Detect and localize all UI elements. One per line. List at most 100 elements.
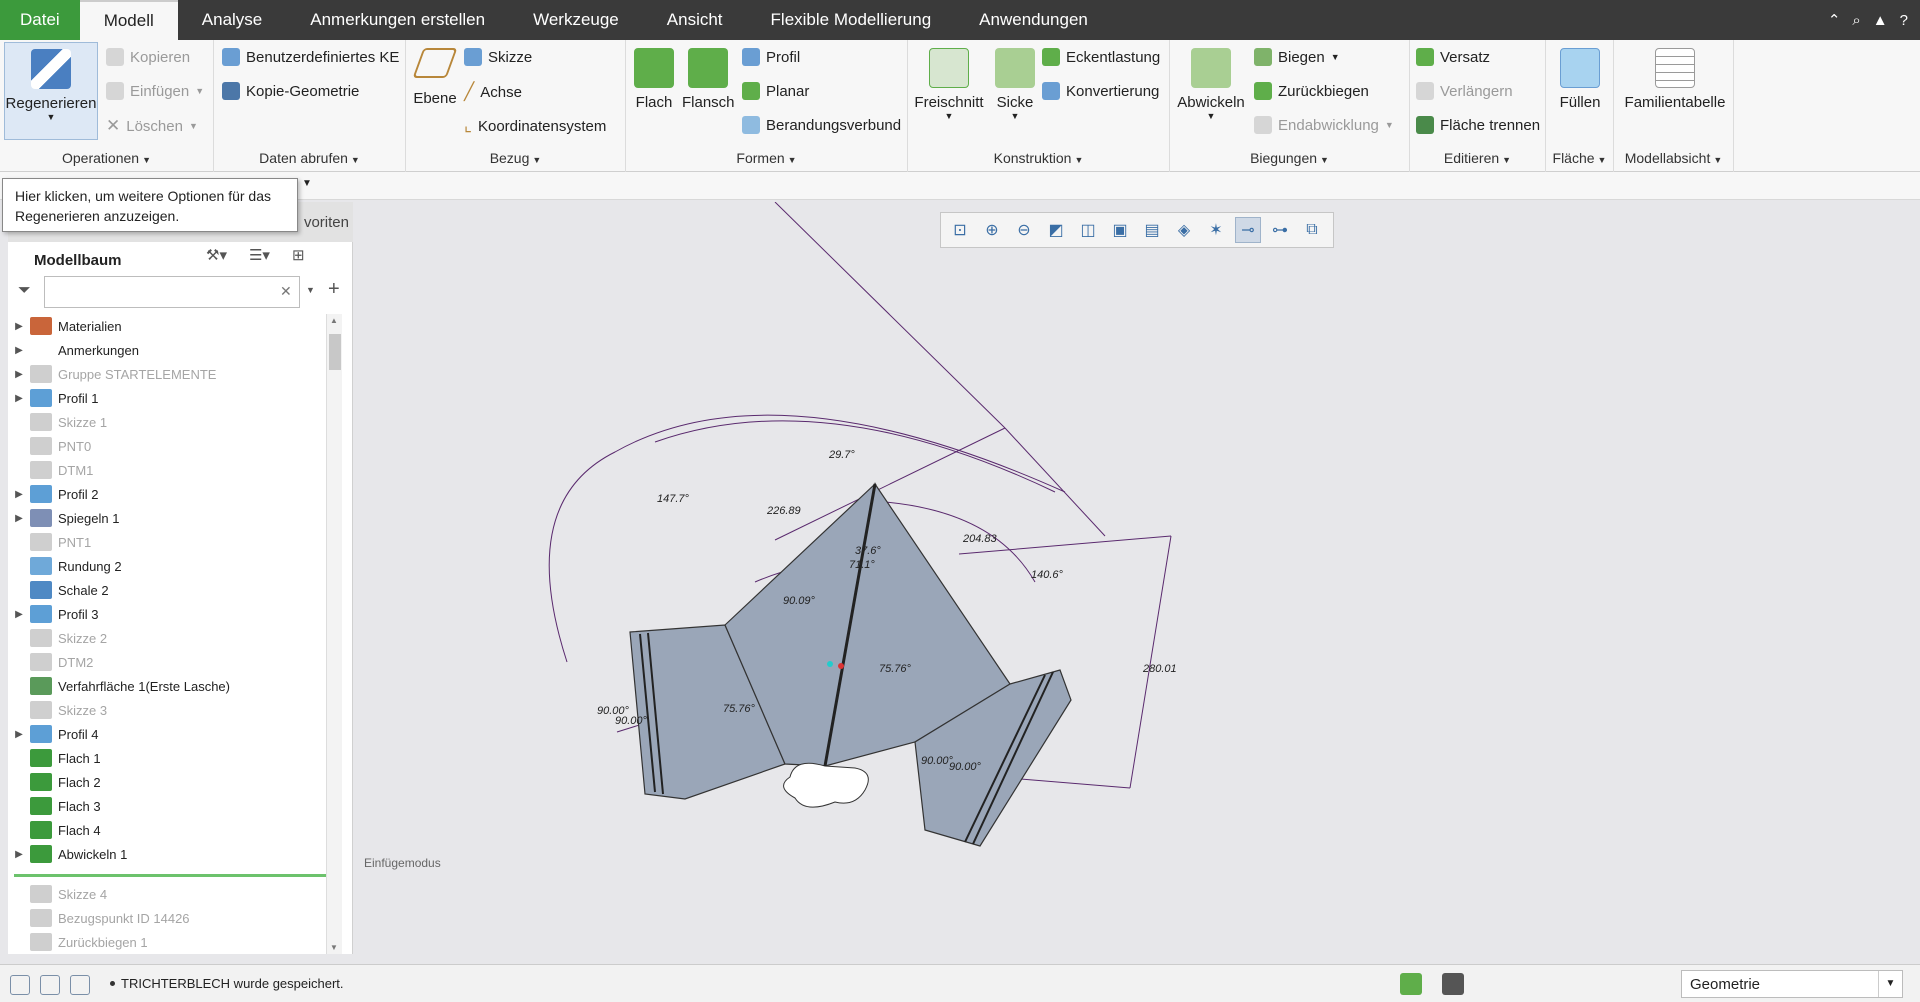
tree-item[interactable]: Verfahrfläche 1(Erste Lasche) [8,674,326,698]
scroll-down-icon[interactable]: ▼ [330,943,338,952]
endabwicklung-button[interactable]: Endabwicklung ▼ [1254,116,1394,134]
versatz-button[interactable]: Versatz [1416,48,1490,66]
zoom-refit-icon[interactable]: ⊡ [947,217,973,243]
tree-item[interactable]: Rundung 2 [8,554,326,578]
tree-item[interactable]: Skizze 2 [8,626,326,650]
verlaengern-button[interactable]: Verlängern [1416,82,1513,100]
scroll-up-icon[interactable]: ▲ [330,316,338,325]
expand-arrow-icon[interactable]: ▶ [8,489,30,500]
add-icon[interactable]: + [328,278,340,301]
tree-item[interactable]: ▶ Abwickeln 1 [8,842,326,866]
tree-item[interactable]: ▶ Spiegeln 1 [8,506,326,530]
fullscreen-icon[interactable] [70,975,90,995]
group-label-flaeche[interactable]: Fläche ▼ [1546,150,1613,166]
insert-indicator[interactable] [14,874,326,877]
tree-item[interactable]: DTM2 [8,650,326,674]
spin-center-icon[interactable]: ⊶ [1267,217,1293,243]
benutzerdefiniertes-ke-button[interactable]: Benutzerdefiniertes KE [222,48,399,66]
familientabelle-button[interactable]: Familientabelle [1620,48,1730,111]
tree-item[interactable]: Skizze 1 [8,410,326,434]
help-icon[interactable]: ? [1900,12,1908,29]
regenerieren-button[interactable]: Regenerieren ▼ [4,42,98,140]
tab-analyse[interactable]: Analyse [178,0,286,40]
kopie-geometrie-button[interactable]: Kopie-Geometrie [222,82,359,100]
flach-button[interactable]: Flach [632,48,676,111]
tab-werkzeuge[interactable]: Werkzeuge [509,0,643,40]
display-style-icon[interactable]: ◫ [1075,217,1101,243]
expand-arrow-icon[interactable]: ▶ [8,849,30,860]
tab-favoriten[interactable]: voriten [304,214,349,231]
chevron-down-icon[interactable]: ▼ [5,112,97,122]
koordinatensystem-button[interactable]: ⌞ Koordinatensystem [464,116,606,136]
find-icon[interactable] [1442,973,1464,995]
expand-arrow-icon[interactable]: ▶ [8,345,30,356]
group-label-formen[interactable]: Formen ▼ [626,150,907,166]
einfuegen-button[interactable]: Einfügen ▼ [106,82,204,100]
profil-button[interactable]: Profil [742,48,800,66]
expand-arrow-icon[interactable]: ▶ [8,321,30,332]
skizze-button[interactable]: Skizze [464,48,532,66]
tab-anwendungen[interactable]: Anwendungen [955,0,1112,40]
tree-item-after-insert[interactable]: Zurückbiegen 1 [8,930,326,954]
graphics-viewport[interactable]: 29.7° 147.7° 226.89 37.6° 71.1° 204.83 1… [355,201,1920,954]
ebene-button[interactable]: Ebene [412,48,458,107]
group-label-biegungen[interactable]: Biegungen ▼ [1170,150,1409,166]
browser-icon[interactable] [40,975,60,995]
tree-item[interactable]: ▶ Materialien [8,314,326,338]
expand-arrow-icon[interactable]: ▶ [8,369,30,380]
tree-item[interactable]: ▶ Profil 3 [8,602,326,626]
tree-item[interactable]: Schale 2 [8,578,326,602]
collapse-ribbon-icon[interactable]: ⌃ [1828,11,1841,29]
zoom-in-icon[interactable]: ⊕ [979,217,1005,243]
chevron-down-icon[interactable]: ▼ [990,111,1040,121]
fuellen-button[interactable]: Füllen [1552,48,1608,111]
group-label-daten-abrufen[interactable]: Daten abrufen ▼ [214,150,405,166]
layout-icon[interactable] [10,975,30,995]
tab-modell[interactable]: Modell [79,0,178,40]
group-label-bezug[interactable]: Bezug ▼ [406,150,625,166]
chevron-down-icon[interactable]: ▼ [1176,111,1246,121]
tree-item[interactable]: ▶ Profil 1 [8,386,326,410]
tab-flexible-modellierung[interactable]: Flexible Modellierung [747,0,956,40]
group-label-konstruktion[interactable]: Konstruktion ▼ [908,150,1169,166]
tree-scrollbar[interactable]: ▲ ▼ [326,314,342,954]
tree-item[interactable]: ▶ Profil 4 [8,722,326,746]
biegen-button[interactable]: Biegen ▼ [1254,48,1340,66]
selection-filter[interactable]: Geometrie ▼ [1681,970,1903,998]
regenerate-status-icon[interactable] [1400,973,1422,995]
abwickeln-button[interactable]: Abwickeln ▼ [1176,48,1246,121]
tab-datei[interactable]: Datei [0,0,80,40]
tree-search-input[interactable] [44,276,300,308]
tree-item[interactable]: Skizze 3 [8,698,326,722]
group-label-modellabsicht[interactable]: Modellabsicht ▼ [1614,150,1733,166]
tree-item[interactable]: PNT1 [8,530,326,554]
funnel-icon[interactable]: ⏷ [18,282,31,300]
expand-arrow-icon[interactable]: ▶ [8,513,30,524]
expand-arrow-icon[interactable]: ▶ [8,393,30,404]
tree-settings-icon[interactable]: ⚒▾ [206,246,227,264]
tree-item[interactable]: PNT0 [8,434,326,458]
tab-anmerkungen-erstellen[interactable]: Anmerkungen erstellen [286,0,509,40]
tree-filter-icon[interactable]: ⊞ [292,246,305,264]
learning-icon[interactable]: ▲ [1873,12,1888,29]
flansch-button[interactable]: Flansch [682,48,735,111]
expand-arrow-icon[interactable]: ▶ [8,729,30,740]
perspective-icon[interactable]: ◈ [1171,217,1197,243]
tree-columns-icon[interactable]: ☰▾ [249,246,270,264]
datum-display-icon[interactable]: ✶ [1203,217,1229,243]
tree-item[interactable]: DTM1 [8,458,326,482]
sheetmetal-model[interactable]: 29.7° 147.7° 226.89 37.6° 71.1° 204.83 1… [355,201,1920,954]
freischnitt-button[interactable]: Freischnitt ▼ [914,48,984,121]
planar-button[interactable]: Planar [742,82,809,100]
tree-item-after-insert[interactable]: Bezugspunkt ID 14426 [8,906,326,930]
appearance-icon[interactable]: ⧉ [1299,217,1325,243]
eckentlastung-button[interactable]: Eckentlastung [1042,48,1160,66]
sicke-button[interactable]: Sicke ▼ [990,48,1040,121]
tree-item[interactable]: Flach 2 [8,770,326,794]
view-manager-icon[interactable]: ▤ [1139,217,1165,243]
tree-item[interactable]: Flach 4 [8,818,326,842]
tree-item-after-insert[interactable]: Skizze 4 [8,882,326,906]
tab-ansicht[interactable]: Ansicht [643,0,747,40]
chevron-down-icon[interactable]: ▼ [302,178,312,189]
annotation-display-icon[interactable]: ⊸ [1235,217,1261,243]
